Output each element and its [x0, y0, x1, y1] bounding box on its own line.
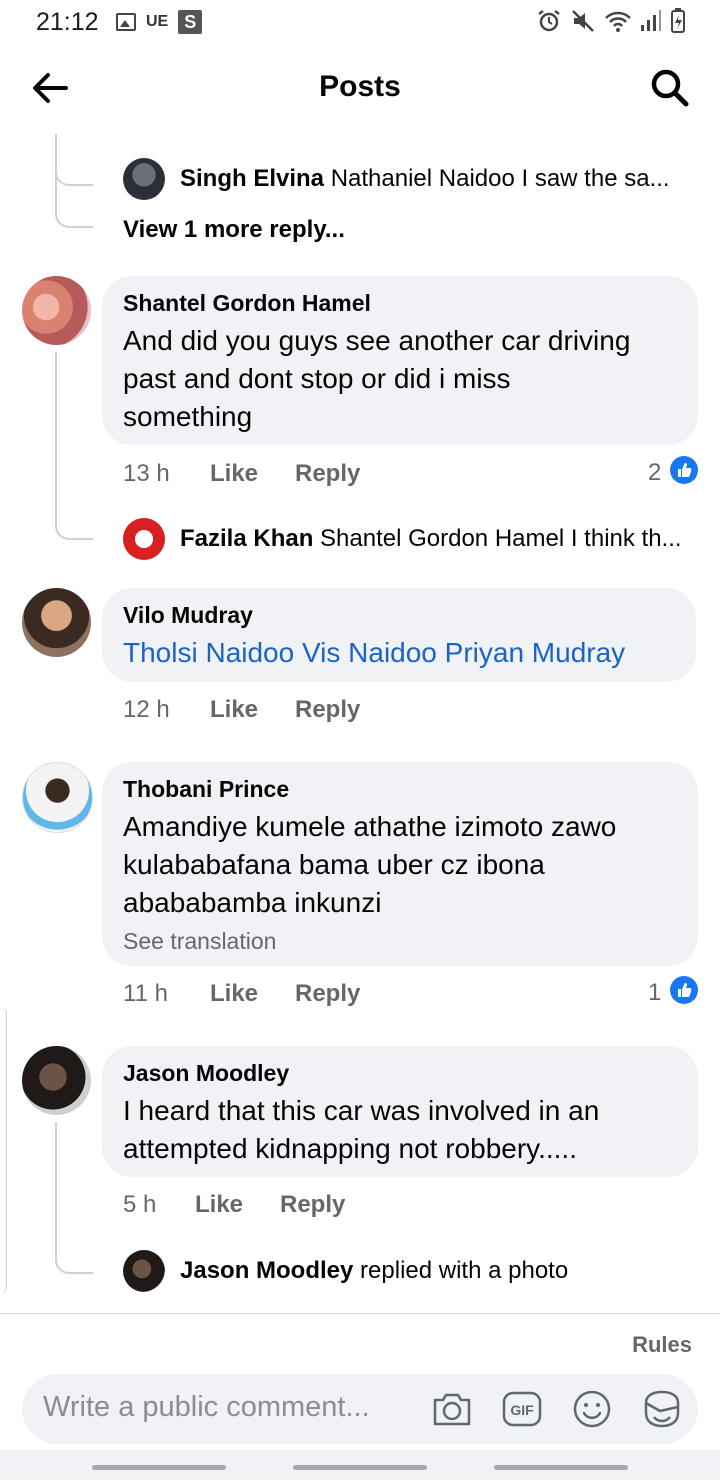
gif-icon: GIF [502, 1391, 542, 1427]
like-reaction-icon [670, 456, 698, 484]
search-icon [651, 69, 689, 107]
thread-elbow [55, 150, 93, 186]
comment-time: 5 h [123, 1191, 157, 1218]
comment-text-line: And did you guys see another car driving [123, 325, 631, 356]
reply-author: Singh Elvina [180, 165, 325, 192]
reply-preview[interactable]: Singh Elvina Nathaniel Naidoo I saw the … [180, 165, 670, 193]
reply-text: Shantel Gordon Hamel I think th... [320, 525, 682, 552]
comment-author: Vilo Mudray [123, 602, 253, 628]
comment-time: 11 h [123, 980, 168, 1007]
status-bar: 21:12 UE S [0, 0, 720, 44]
reply-author: Fazila Khan [180, 525, 314, 552]
comment-composer[interactable]: Write a public comment... GIF [22, 1374, 698, 1444]
avatar[interactable] [22, 762, 93, 833]
reply-button[interactable]: Reply [295, 696, 360, 724]
thread-elbow [55, 184, 93, 228]
nav-handle[interactable] [293, 1465, 427, 1470]
thread-elbow [55, 490, 93, 540]
top-app-bar: Posts [0, 44, 720, 132]
comment-bubble[interactable]: Shantel Gordon Hamel And did you guys se… [102, 276, 698, 445]
comment-time: 13 h [123, 460, 170, 487]
sticker-icon [644, 1390, 680, 1428]
comment-author: Shantel Gordon Hamel [123, 290, 371, 316]
system-navigation-bar [0, 1450, 720, 1480]
comment-text-line: kulababafana bama uber cz ibona [123, 849, 545, 880]
carrier-text: UE [146, 13, 169, 30]
comment-text-line: something [123, 401, 253, 432]
like-button[interactable]: Like [210, 460, 258, 488]
reply-text: Nathaniel Naidoo I saw the sa... [330, 165, 670, 192]
reply-button[interactable]: Reply [295, 980, 360, 1008]
sticker-button[interactable] [640, 1387, 684, 1431]
comment-bubble[interactable]: Vilo Mudray Tholsi Naidoo Vis Naidoo Pri… [102, 588, 696, 682]
scroll-edge-indicator [0, 1008, 7, 1293]
search-button[interactable] [648, 66, 692, 110]
rules-link[interactable]: Rules [632, 1332, 692, 1358]
avatar[interactable] [22, 1046, 91, 1115]
emoji-icon [573, 1390, 611, 1428]
comment-text-line: I heard that this car was involved in an [123, 1095, 600, 1126]
comment-bubble[interactable]: Jason Moodley I heard that this car was … [102, 1046, 698, 1177]
wifi-icon [605, 11, 631, 32]
camera-button[interactable] [430, 1387, 474, 1431]
avatar[interactable] [22, 588, 91, 657]
comment-text-line: Amandiye kumele athathe izimoto zawo [123, 811, 617, 842]
reaction-count[interactable]: 2 [648, 459, 661, 487]
emoji-button[interactable] [570, 1387, 614, 1431]
like-button[interactable]: Like [210, 696, 258, 724]
reply-text: replied with a photo [360, 1257, 569, 1284]
comment-text-line: attempted kidnapping not robbery..... [123, 1133, 577, 1164]
comment-bubble[interactable]: Thobani Prince Amandiye kumele athathe i… [102, 762, 698, 966]
reply-button[interactable]: Reply [295, 460, 360, 488]
tagged-names-link[interactable]: Tholsi Naidoo Vis Naidoo Priyan Mudray [123, 634, 625, 672]
thread-line [55, 352, 57, 502]
alarm-icon [538, 10, 560, 32]
reply-author: Jason Moodley [180, 1257, 354, 1284]
mute-icon [572, 10, 594, 32]
view-more-replies-link[interactable]: View 1 more reply... [123, 216, 345, 244]
nav-handle[interactable] [92, 1465, 226, 1470]
comment-input[interactable]: Write a public comment... [43, 1391, 370, 1424]
battery-icon [671, 8, 685, 33]
like-button[interactable]: Like [210, 980, 258, 1008]
avatar[interactable] [123, 518, 165, 560]
page-title: Posts [319, 70, 401, 103]
nav-handle[interactable] [494, 1465, 628, 1470]
gif-button[interactable]: GIF [500, 1387, 544, 1431]
svg-text:GIF: GIF [510, 1402, 534, 1418]
gallery-icon [116, 13, 136, 31]
app-badge-icon: S [178, 10, 203, 34]
like-reaction-icon [670, 976, 698, 1004]
comment-time: 12 h [123, 696, 170, 723]
signal-icon [641, 10, 661, 31]
status-time: 21:12 [36, 8, 99, 36]
avatar[interactable] [123, 1250, 165, 1292]
comment-text-line: past and dont stop or did i miss [123, 363, 511, 394]
thread-elbow [55, 1230, 93, 1274]
reply-button[interactable]: Reply [280, 1191, 345, 1219]
reply-preview[interactable]: Jason Moodley replied with a photo [180, 1257, 568, 1285]
reaction-count[interactable]: 1 [648, 979, 661, 1007]
camera-icon [433, 1393, 471, 1426]
like-button[interactable]: Like [195, 1191, 243, 1219]
comment-text-line: abababamba inkunzi [123, 887, 382, 918]
comment-author: Thobani Prince [123, 776, 290, 802]
see-translation-link[interactable]: See translation [123, 928, 276, 955]
avatar[interactable] [123, 158, 165, 200]
avatar[interactable] [22, 276, 91, 345]
comment-author: Jason Moodley [123, 1060, 290, 1086]
reply-preview[interactable]: Fazila Khan Shantel Gordon Hamel I think… [180, 525, 682, 553]
